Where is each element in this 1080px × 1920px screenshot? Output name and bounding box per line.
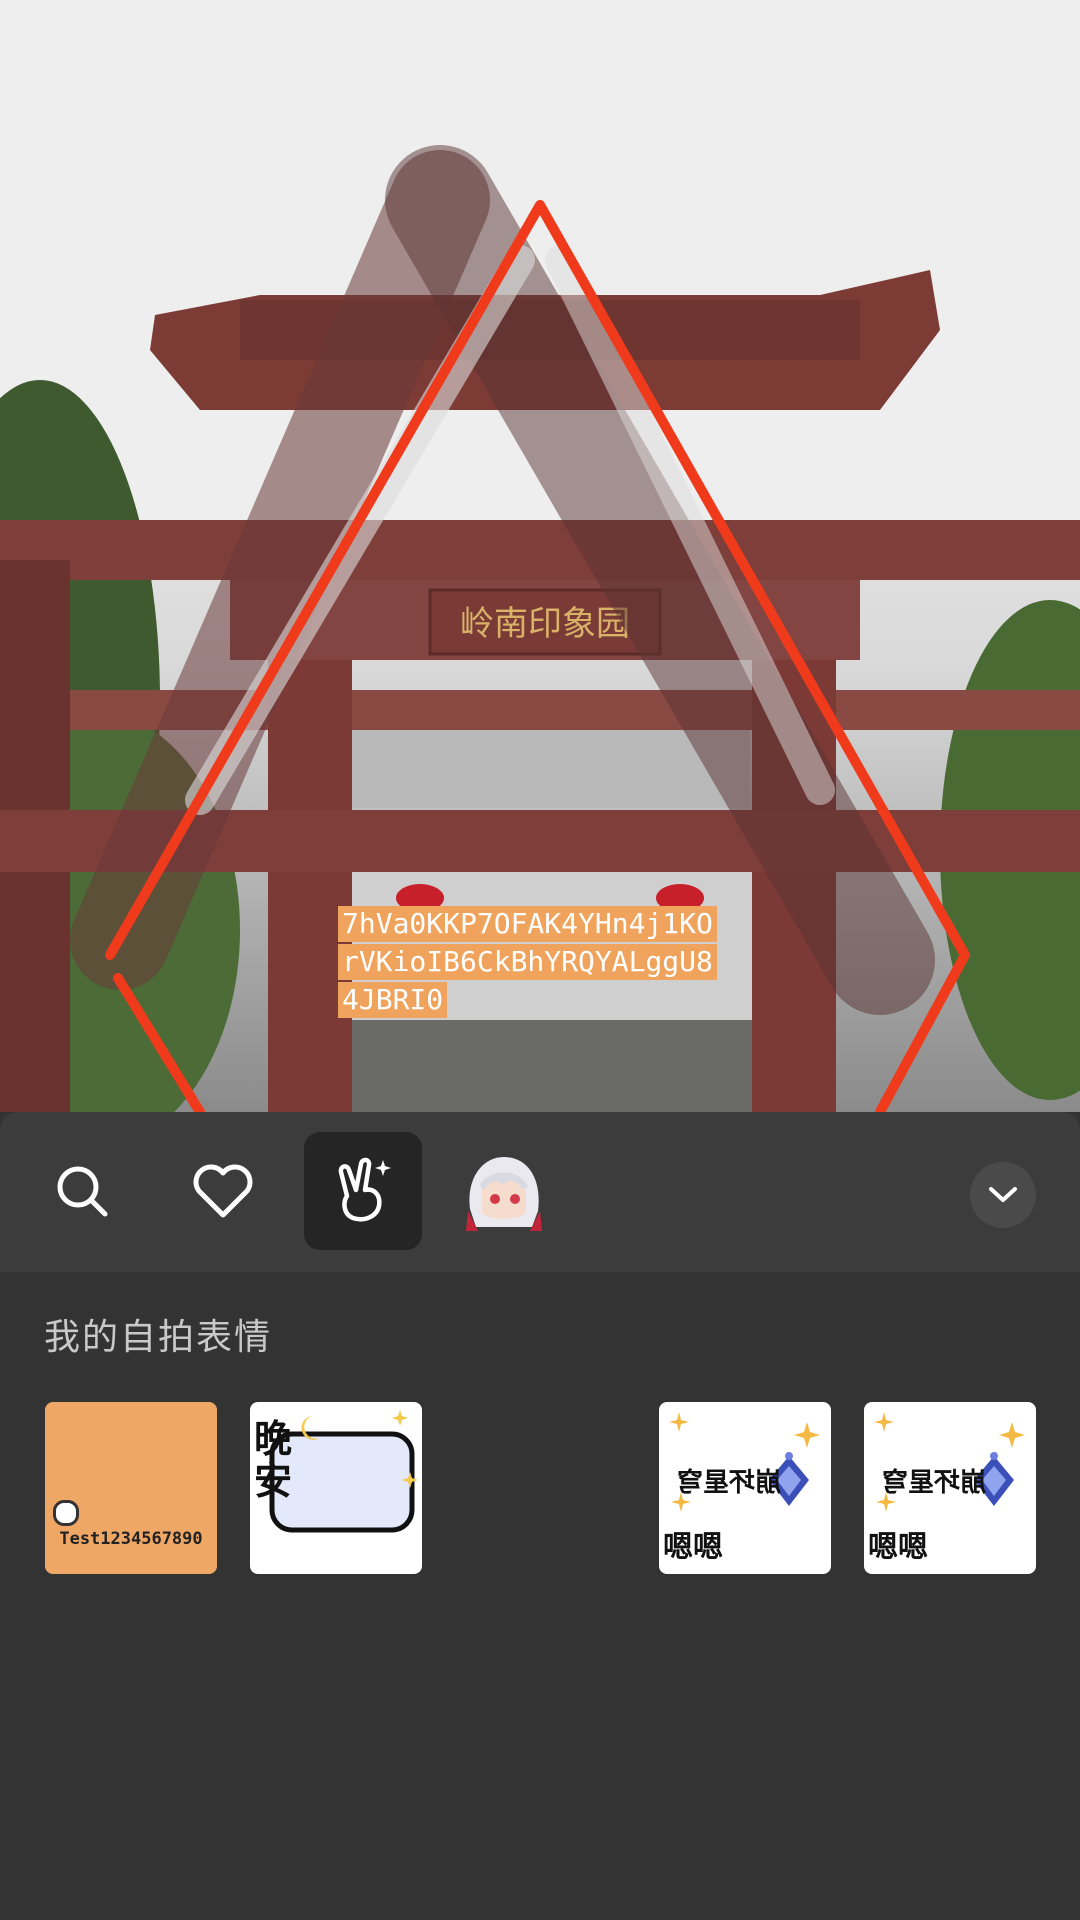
- section-title: 我的自拍表情: [44, 1316, 273, 1357]
- search-icon: [57, 1166, 108, 1217]
- collapse-panel-button[interactable]: [970, 1162, 1036, 1228]
- sticker-dot: [53, 1500, 79, 1526]
- tab-favorites[interactable]: [164, 1132, 282, 1250]
- sticker-caption: Test1234567890: [59, 1529, 203, 1549]
- sticker-item[interactable]: 崩坏星穹 嗯嗯: [864, 1402, 1036, 1574]
- victory-hand-icon: [338, 1157, 391, 1222]
- overlay-text-line: 7hVa0KKP7OFAK4YHn4j1KO: [338, 906, 717, 942]
- heart-icon: [193, 1164, 253, 1218]
- sticker-text-bottom: 安: [254, 1459, 293, 1503]
- anime-avatar-icon: [466, 1157, 542, 1231]
- overlay-text-line: 4JBRI0: [338, 982, 448, 1018]
- sticker-item[interactable]: 崩坏星穹 嗯嗯: [659, 1402, 831, 1574]
- tab-search[interactable]: [23, 1132, 141, 1250]
- sticker-panel: 我的自拍表情 Test1234567890 晚 安 崩坏星穹 嗯嗯 崩坏星穹 嗯…: [0, 1112, 1080, 1920]
- sticker-item[interactable]: Test1234567890: [45, 1402, 217, 1574]
- photo-canvas[interactable]: 岭南印象园 7hVa0KKP7OFAK4YHn4j1KO rVKioIB6CkB…: [0, 0, 1080, 1112]
- tab-selfie-stickers[interactable]: [304, 1132, 422, 1250]
- overlay-text-sticker[interactable]: 7hVa0KKP7OFAK4YHn4j1KO rVKioIB6CkBhYRQYA…: [338, 906, 738, 1020]
- sticker-item[interactable]: 晚 安: [250, 1402, 422, 1574]
- chevron-down-icon: [989, 1187, 1017, 1202]
- tab-avatar-pack[interactable]: [445, 1132, 563, 1250]
- sticker-tab-bar: [0, 1112, 1080, 1272]
- overlay-text-line: rVKioIB6CkBhYRQYALggU8: [338, 944, 717, 980]
- gate-sign-text: 岭南印象园: [460, 604, 630, 644]
- sticker-bottom-text: 嗯嗯: [663, 1530, 723, 1565]
- sticker-logo-text: 崩坏星穹: [677, 1468, 782, 1498]
- sticker-logo-text: 崩坏星穹: [882, 1468, 987, 1498]
- sticker-bottom-text: 嗯嗯: [868, 1530, 928, 1565]
